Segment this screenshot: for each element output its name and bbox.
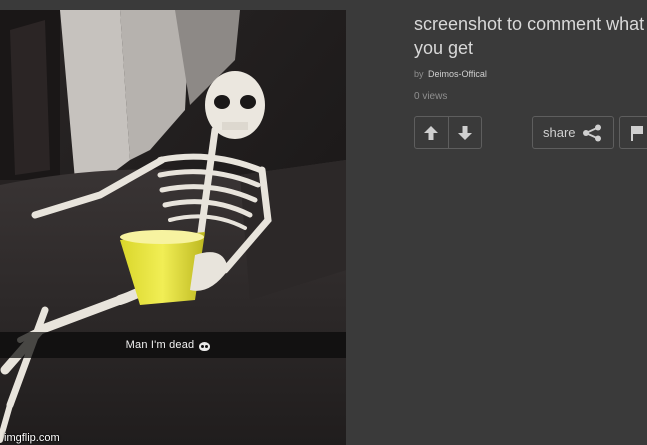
alien-emoji-icon	[199, 341, 211, 351]
skeleton-photo	[0, 10, 346, 445]
share-button[interactable]: share	[532, 116, 614, 149]
image-caption-bar: Man I'm dead	[0, 332, 346, 358]
flag-button[interactable]	[619, 116, 647, 149]
imgflip-watermark: imgflip.com	[4, 432, 60, 444]
author-link[interactable]: Deimos-Offical	[428, 69, 487, 79]
downvote-button[interactable]	[447, 117, 482, 148]
arrow-up-icon	[424, 125, 439, 140]
byline: by Deimos-Offical	[414, 69, 647, 79]
share-label: share	[543, 125, 576, 140]
share-icon	[582, 124, 601, 141]
vote-group	[414, 116, 482, 149]
upvote-button[interactable]	[415, 117, 448, 148]
by-label: by	[414, 69, 424, 79]
image-caption: Man I'm dead	[125, 339, 195, 351]
meme-image[interactable]: Man I'm dead imgflip.com	[0, 10, 346, 445]
post-title: screenshot to comment what you get	[414, 14, 645, 58]
view-count: 0 views	[414, 91, 448, 102]
page: Man I'm dead imgflip.com screenshot to c…	[0, 0, 647, 445]
arrow-down-icon	[457, 125, 472, 140]
post-info: screenshot to comment what you get by De…	[414, 12, 647, 102]
flag-icon	[631, 125, 643, 141]
